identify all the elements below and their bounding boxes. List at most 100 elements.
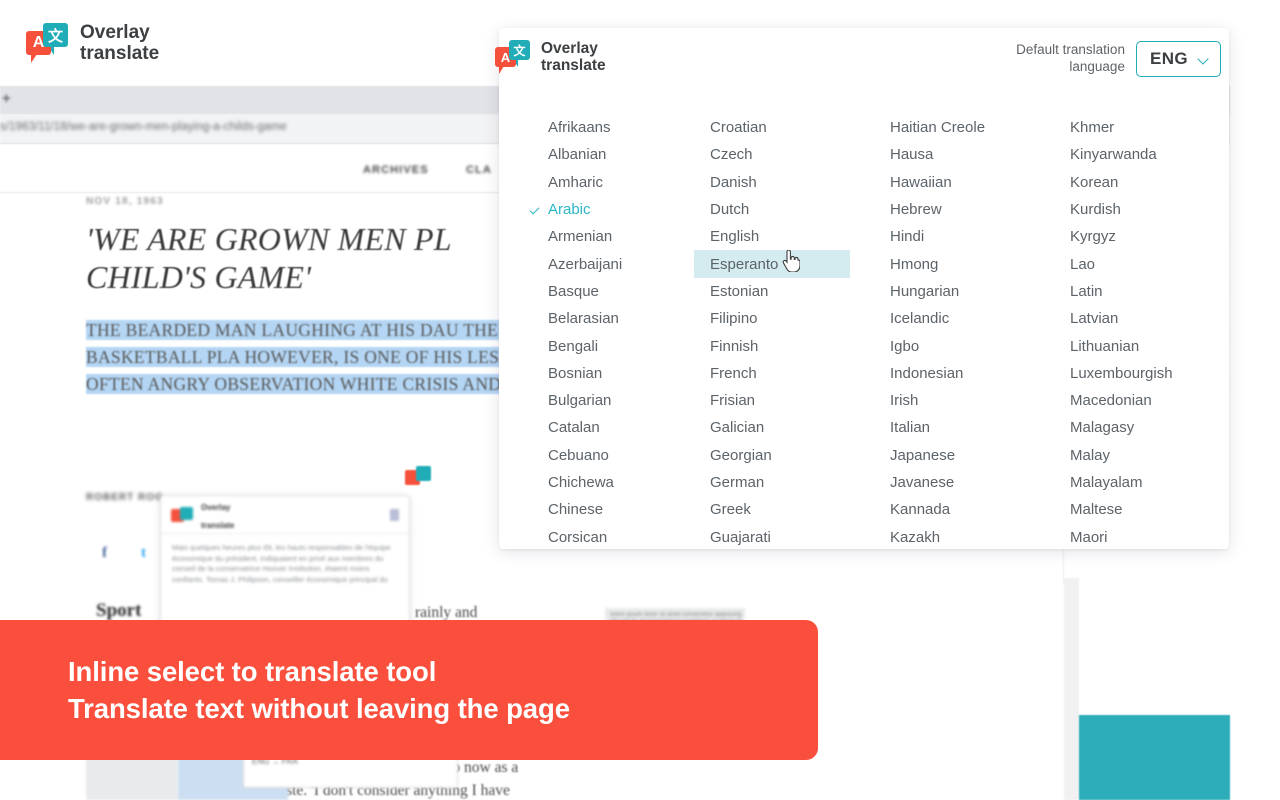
language-option-haitian-creole[interactable]: Haitian Creole	[870, 114, 1039, 141]
inline-translate-popup[interactable]: Overlay translate Mais quelques heures p…	[160, 495, 410, 625]
language-option-azerbaijani[interactable]: Azerbaijani	[528, 250, 679, 277]
language-option-hawaiian[interactable]: Hawaiian	[870, 169, 1039, 196]
language-option-german[interactable]: German	[690, 469, 859, 496]
inline-translate-badge[interactable]	[405, 466, 431, 488]
language-option-latvian[interactable]: Latvian	[1050, 305, 1219, 332]
language-column-1: Afrikaans Albanian Amharic Arabic Armenian Az…	[499, 114, 679, 551]
overlay-translate-logo-icon: A 文	[26, 23, 68, 64]
twitter-icon[interactable]: t	[135, 545, 152, 562]
language-option-bengali[interactable]: Bengali	[528, 332, 679, 359]
copy-icon[interactable]	[390, 508, 399, 521]
language-option-italian[interactable]: Italian	[870, 414, 1039, 441]
page-right-margin	[1230, 86, 1280, 800]
screenshot-root: + s/1963/11/18/we-are-grown-men-playing-…	[0, 0, 1280, 800]
popup-title: Overlay translate	[201, 497, 234, 533]
language-option-cebuano[interactable]: Cebuano	[528, 442, 679, 469]
language-option-latin[interactable]: Latin	[1050, 278, 1219, 305]
popup-header: Overlay translate	[161, 496, 409, 534]
facebook-icon[interactable]: f	[96, 545, 113, 562]
language-option-galician[interactable]: Galician	[690, 414, 859, 441]
language-option-bosnian[interactable]: Bosnian	[528, 360, 679, 387]
language-option-kazakh[interactable]: Kazakh	[870, 523, 1039, 550]
language-option-malayalam[interactable]: Malayalam	[1050, 469, 1219, 496]
panel-header: A 文 Overlay translate Default translatio…	[495, 28, 1229, 88]
language-option-guajarati[interactable]: Guajarati	[690, 523, 859, 550]
language-option-bulgarian[interactable]: Bulgarian	[528, 387, 679, 414]
language-option-greek[interactable]: Greek	[690, 496, 859, 523]
promo-line-1: Inline select to translate tool	[68, 656, 437, 687]
default-language-control: Default translation language ENG	[1016, 41, 1221, 77]
language-option-albanian[interactable]: Albanian	[528, 141, 679, 168]
language-option-hmong[interactable]: Hmong	[870, 250, 1039, 277]
language-option-danish[interactable]: Danish	[690, 169, 859, 196]
language-option-corsican[interactable]: Corsican	[528, 523, 679, 550]
language-option-maori[interactable]: Maori	[1050, 523, 1219, 550]
language-option-hausa[interactable]: Hausa	[870, 141, 1039, 168]
language-grid: Afrikaans Albanian Amharic Arabic Armenian Az…	[499, 114, 1229, 551]
badge-bubble-teal	[416, 466, 431, 481]
language-option-belarasian[interactable]: Belarasian	[528, 305, 679, 332]
thumbnail-image	[86, 758, 178, 800]
language-option-lao[interactable]: Lao	[1050, 250, 1219, 277]
language-option-arabic[interactable]: Arabic	[528, 196, 679, 223]
language-option-dutch[interactable]: Dutch	[690, 196, 859, 223]
language-option-igbo[interactable]: Igbo	[870, 332, 1039, 359]
default-language-select[interactable]: ENG	[1135, 41, 1221, 77]
language-option-estonian[interactable]: Estonian	[690, 278, 859, 305]
default-language-label: Default translation language	[1016, 42, 1125, 74]
new-tab-icon[interactable]: +	[2, 90, 11, 107]
language-option-chichewa[interactable]: Chichewa	[528, 469, 679, 496]
language-option-finnish[interactable]: Finnish	[690, 332, 859, 359]
popup-title-line2: translate	[201, 520, 235, 530]
language-option-icelandic[interactable]: Icelandic	[870, 305, 1039, 332]
language-option-filipino[interactable]: Filipino	[690, 305, 859, 332]
language-option-chinese[interactable]: Chinese	[528, 496, 679, 523]
language-option-hindi[interactable]: Hindi	[870, 223, 1039, 250]
chevron-down-icon	[1198, 54, 1209, 65]
language-option-kinyarwanda[interactable]: Kinyarwanda	[1050, 141, 1219, 168]
default-language-code: ENG	[1149, 49, 1188, 68]
language-option-malagasy[interactable]: Malagasy	[1050, 414, 1219, 441]
language-option-irish[interactable]: Irish	[870, 387, 1039, 414]
nav-item-archives[interactable]: ARCHIVES	[363, 164, 429, 176]
language-option-czech[interactable]: Czech	[690, 141, 859, 168]
url-text: s/1963/11/18/we-are-grown-men-playing-a-…	[0, 121, 287, 133]
language-option-georgian[interactable]: Georgian	[690, 442, 859, 469]
language-option-english[interactable]: English	[690, 223, 859, 250]
language-option-amharic[interactable]: Amharic	[528, 169, 679, 196]
overlay-translate-logo-icon: A 文	[495, 40, 531, 75]
panel-brand-name-line2: translate	[541, 57, 606, 75]
language-option-catalan[interactable]: Catalan	[528, 414, 679, 441]
language-option-maltese[interactable]: Maltese	[1050, 496, 1219, 523]
language-option-kyrgyz[interactable]: Kyrgyz	[1050, 223, 1219, 250]
app-brand-lockup: A 文 Overlay translate	[26, 22, 159, 65]
language-option-afrikaans[interactable]: Afrikaans	[528, 114, 679, 141]
popup-title-line1: Overlay	[201, 502, 231, 512]
language-option-japanese[interactable]: Japanese	[870, 442, 1039, 469]
section-label-sport[interactable]: Sport	[96, 600, 141, 622]
nav-item-classifieds[interactable]: CLA	[466, 164, 492, 176]
language-option-esperanto[interactable]: Esperanto	[694, 250, 850, 278]
brand-name-line2: translate	[80, 43, 160, 65]
article-byline: ROBERT ROG	[86, 492, 164, 503]
language-option-kurdish[interactable]: Kurdish	[1050, 196, 1219, 223]
language-option-croatian[interactable]: Croatian	[690, 114, 859, 141]
language-option-macedonian[interactable]: Macedonian	[1050, 387, 1219, 414]
language-option-hebrew[interactable]: Hebrew	[870, 196, 1039, 223]
language-option-hungarian[interactable]: Hungarian	[870, 278, 1039, 305]
language-option-javanese[interactable]: Javanese	[870, 469, 1039, 496]
language-option-frisian[interactable]: Frisian	[690, 387, 859, 414]
language-option-malay[interactable]: Malay	[1050, 442, 1219, 469]
language-dropdown-panel[interactable]: A 文 Overlay translate Default translatio…	[495, 28, 1229, 551]
brand-name-line1: Overlay	[80, 22, 150, 43]
language-option-khmer[interactable]: Khmer	[1050, 114, 1219, 141]
language-option-luxembourgish[interactable]: Luxembourgish	[1050, 360, 1219, 387]
language-option-french[interactable]: French	[690, 360, 859, 387]
language-option-indonesian[interactable]: Indonesian	[870, 360, 1039, 387]
language-option-basque[interactable]: Basque	[528, 278, 679, 305]
language-option-lithuanian[interactable]: Lithuanian	[1050, 332, 1219, 359]
language-option-kannada[interactable]: Kannada	[870, 496, 1039, 523]
language-option-armenian[interactable]: Armenian	[528, 223, 679, 250]
logo-bubble-cjk: 文	[43, 23, 68, 48]
language-option-korean[interactable]: Korean	[1050, 169, 1219, 196]
